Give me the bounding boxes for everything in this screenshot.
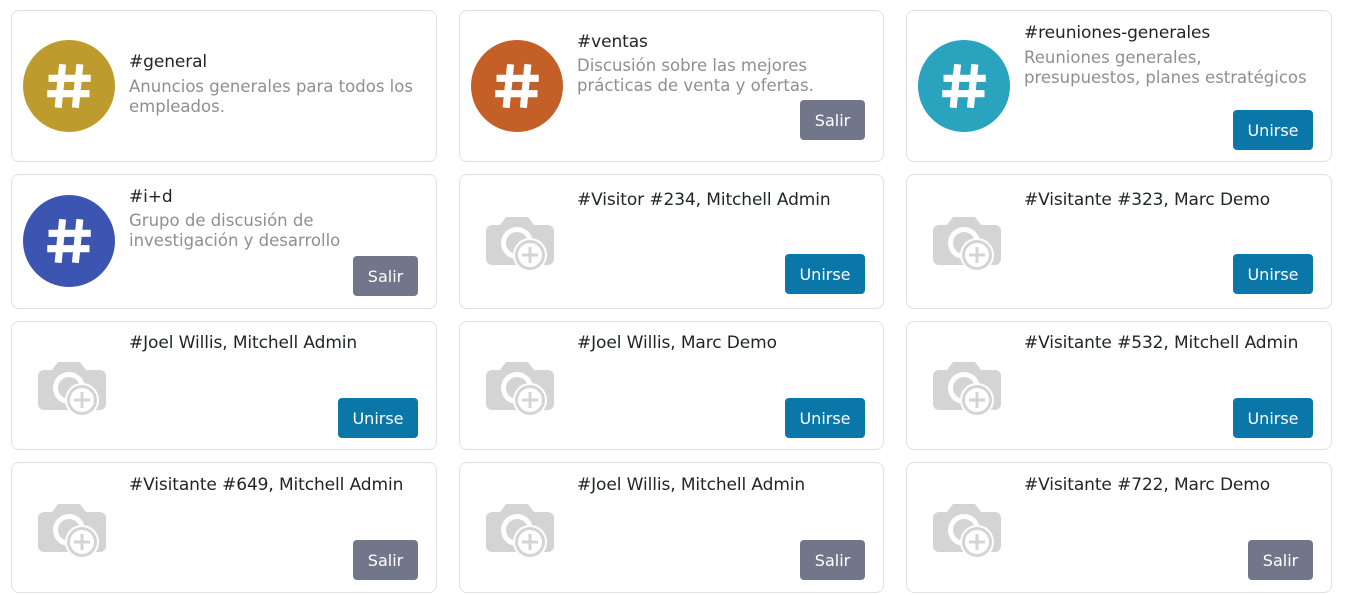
hashtag-icon — [23, 40, 115, 132]
chat-card[interactable]: #Joel Willis, Marc Demo Unirse — [459, 321, 884, 450]
leave-button[interactable]: Salir — [353, 540, 418, 580]
chat-card[interactable]: #Visitante #323, Marc Demo Unirse — [906, 174, 1332, 309]
chat-card[interactable]: #Visitor #234, Mitchell Admin Unirse — [459, 174, 884, 309]
hashtag-icon — [471, 40, 563, 132]
camera-add-icon — [927, 352, 1001, 422]
hashtag-icon — [918, 40, 1010, 132]
chat-title: #Visitante #323, Marc Demo — [1024, 190, 1271, 210]
camera-add-icon — [480, 207, 554, 277]
channel-card[interactable]: #reuniones-generales Reuniones generales… — [906, 10, 1332, 162]
channel-card[interactable]: #ventas Discusión sobre las mejores prác… — [459, 10, 884, 162]
chat-card[interactable]: #Visitante #722, Marc Demo Salir — [906, 462, 1332, 593]
join-button[interactable]: Unirse — [1233, 110, 1313, 150]
chat-card[interactable]: #Joel Willis, Mitchell Admin Unirse — [11, 321, 437, 450]
hashtag-icon — [23, 195, 115, 287]
join-button[interactable]: Unirse — [785, 254, 865, 294]
join-button[interactable]: Unirse — [1233, 398, 1313, 438]
chat-card[interactable]: #Visitante #532, Mitchell Admin Unirse — [906, 321, 1332, 450]
channel-title: #ventas — [577, 32, 648, 52]
leave-button[interactable]: Salir — [800, 100, 865, 140]
leave-button[interactable]: Salir — [353, 256, 418, 296]
join-button[interactable]: Unirse — [338, 398, 418, 438]
channel-card[interactable]: #i+d Grupo de discusión de investigación… — [11, 174, 437, 309]
chat-title: #Visitante #649, Mitchell Admin — [129, 475, 404, 495]
channel-description: Discusión sobre las mejores prácticas de… — [577, 56, 814, 95]
camera-add-icon — [480, 352, 554, 422]
channel-description: Anuncios generales para todos los emplea… — [129, 77, 413, 116]
chat-title: #Joel Willis, Marc Demo — [577, 333, 777, 353]
chat-title: #Joel Willis, Mitchell Admin — [129, 333, 358, 353]
camera-add-icon — [480, 494, 554, 564]
chat-card[interactable]: #Joel Willis, Mitchell Admin Salir — [459, 462, 884, 593]
chat-title: #Visitor #234, Mitchell Admin — [577, 190, 831, 210]
join-button[interactable]: Unirse — [1233, 254, 1313, 294]
channel-title: #general — [129, 52, 208, 72]
join-button[interactable]: Unirse — [785, 398, 865, 438]
channel-description: Reuniones generales, presupuestos, plane… — [1024, 48, 1307, 87]
camera-add-icon — [32, 352, 106, 422]
chat-title: #Visitante #532, Mitchell Admin — [1024, 333, 1299, 353]
camera-add-icon — [927, 207, 1001, 277]
channel-description: Grupo de discusión de investigación y de… — [129, 211, 341, 250]
chat-title: #Visitante #722, Marc Demo — [1024, 475, 1271, 495]
leave-button[interactable]: Salir — [1248, 540, 1313, 580]
chat-card[interactable]: #Visitante #649, Mitchell Admin Salir — [11, 462, 437, 593]
channel-title: #i+d — [129, 187, 173, 207]
channel-title: #reuniones-generales — [1024, 23, 1211, 43]
chat-title: #Joel Willis, Mitchell Admin — [577, 475, 806, 495]
camera-add-icon — [927, 494, 1001, 564]
leave-button[interactable]: Salir — [800, 540, 865, 580]
camera-add-icon — [32, 494, 106, 564]
channel-card[interactable]: #general Anuncios generales para todos l… — [11, 10, 437, 162]
channel-grid: #general Anuncios generales para todos l… — [11, 10, 1332, 593]
